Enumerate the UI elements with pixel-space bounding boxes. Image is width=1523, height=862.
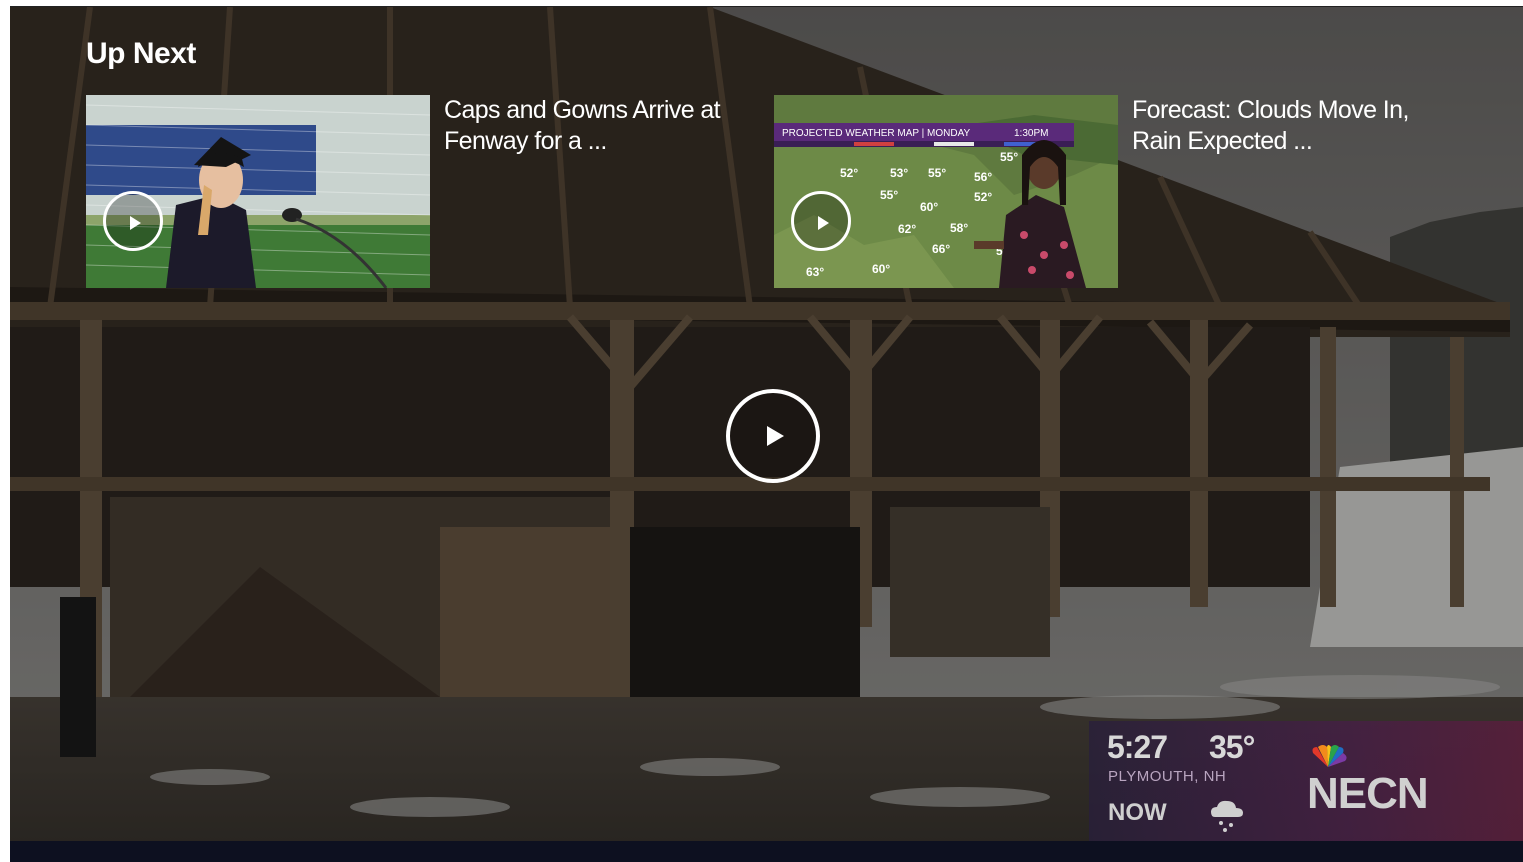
- weather-location: PLYMOUTH, NH: [1108, 768, 1227, 785]
- map-temp: 62°: [898, 222, 916, 236]
- weather-temperature: 35°: [1209, 729, 1255, 765]
- map-temp: 63°: [806, 265, 824, 279]
- video-thumbnail-2[interactable]: PROJECTED WEATHER MAP | MONDAY 1:30PM 52…: [774, 95, 1118, 288]
- play-icon[interactable]: [103, 191, 163, 251]
- video-thumbnail-1[interactable]: [86, 95, 430, 288]
- main-play-button[interactable]: [726, 389, 820, 483]
- map-temp: 60°: [872, 262, 890, 276]
- map-temp: 55°: [928, 166, 946, 180]
- up-next-title-1[interactable]: Caps and Gowns Arrive at Fenway for a ..…: [444, 95, 774, 157]
- up-next-title-2[interactable]: Forecast: Clouds Move In, Rain Expected …: [1132, 95, 1462, 157]
- nbc-peacock-icon: [1312, 745, 1347, 767]
- video-player[interactable]: Up Next Caps and Gowns Arrive at Fenway …: [10, 6, 1523, 862]
- snow-cloud-icon: [1211, 800, 1243, 832]
- weather-now-label: NOW: [1108, 799, 1167, 826]
- map-temp: 52°: [840, 166, 858, 180]
- weather-map-time: 1:30PM: [1014, 128, 1048, 139]
- map-temp: 53°: [890, 166, 908, 180]
- up-next-card-2[interactable]: PROJECTED WEATHER MAP | MONDAY 1:30PM 52…: [774, 95, 1474, 288]
- play-icon: [767, 426, 784, 446]
- map-temp: 52°: [974, 190, 992, 204]
- weather-bug: 5:27 35° PLYMOUTH, NH NOW NECN: [1089, 721, 1523, 841]
- weather-map-header: PROJECTED WEATHER MAP | MONDAY: [782, 128, 970, 139]
- up-next-heading: Up Next: [86, 37, 196, 70]
- necn-logo: NECN: [1307, 769, 1429, 818]
- map-temp: 66°: [932, 242, 950, 256]
- map-temp: 55°: [1000, 150, 1018, 164]
- weather-time: 5:27: [1107, 729, 1168, 765]
- play-icon[interactable]: [791, 191, 851, 251]
- map-temp: 60°: [920, 200, 938, 214]
- up-next-card-1[interactable]: Caps and Gowns Arrive at Fenway for a ..…: [86, 95, 750, 288]
- map-temp: 55°: [880, 188, 898, 202]
- player-control-bar[interactable]: [10, 841, 1523, 862]
- map-temp: 58°: [950, 221, 968, 235]
- map-temp: 56°: [974, 170, 992, 184]
